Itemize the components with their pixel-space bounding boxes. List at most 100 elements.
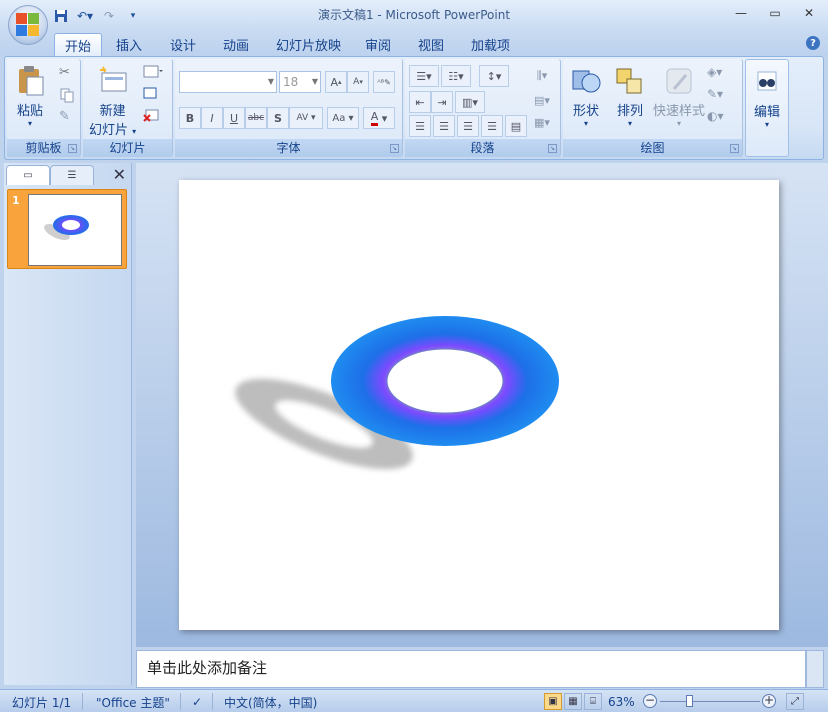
tab-slides-pane[interactable]: ▭ (6, 165, 50, 185)
change-case-icon[interactable]: Aa ▾ (327, 107, 359, 129)
layout-icon[interactable] (143, 65, 163, 81)
slideshow-view-icon[interactable]: ⌸ (584, 693, 602, 710)
paste-label: 粘贴 (16, 104, 43, 119)
bold-icon[interactable]: B (179, 107, 201, 129)
columns-icon[interactable]: ▥▾ (455, 91, 485, 113)
delete-slide-icon[interactable] (143, 109, 161, 125)
quick-styles-button[interactable]: 快速样式 ▾ (653, 65, 705, 128)
group-label-slides: 幻灯片 (83, 139, 172, 157)
office-logo-icon (16, 13, 40, 37)
paste-button[interactable]: 粘贴 ▾ (15, 65, 45, 128)
align-center-icon[interactable]: ☰ (433, 115, 455, 137)
arrange-button[interactable]: 排列 ▾ (615, 65, 645, 128)
shapes-icon (572, 70, 601, 93)
smartart-icon[interactable]: ▦▾ (529, 111, 555, 133)
group-label-drawing: 绘图 (563, 139, 742, 157)
shape-fill-icon[interactable]: ◈▾ (707, 65, 725, 81)
tab-view[interactable]: 视图 (408, 33, 454, 56)
slides-panel: ▭ ☰ ✕ 1 (4, 163, 132, 685)
copy-icon[interactable] (59, 87, 77, 103)
editing-label: 编辑 (753, 105, 780, 120)
increase-indent-icon[interactable]: ⇥ (431, 91, 453, 113)
group-editing[interactable]: 编辑 ▾ (745, 59, 789, 157)
reset-icon[interactable] (143, 87, 161, 103)
grow-font-icon[interactable]: A ▴ (325, 71, 347, 93)
font-size-combo[interactable]: 18 ▼ (279, 71, 321, 93)
zoom-out-icon[interactable]: − (643, 694, 657, 708)
tab-home[interactable]: 开始 (54, 33, 103, 56)
ring-shape[interactable] (179, 180, 779, 630)
italic-icon[interactable]: I (201, 107, 223, 129)
decrease-indent-icon[interactable]: ⇤ (409, 91, 431, 113)
status-bar: 幻灯片 1/1 "Office 主题" ✓ 中文(简体，中国) ▣ ▦ ⌸ 63… (0, 689, 828, 712)
spellcheck-icon[interactable]: ✓ (192, 693, 202, 711)
normal-view-icon[interactable]: ▣ (544, 693, 562, 710)
office-button[interactable] (8, 5, 48, 45)
help-icon[interactable]: ? (806, 36, 820, 50)
line-spacing-icon[interactable]: ↕▾ (479, 65, 509, 87)
window-title: 演示文稿1 - Microsoft PowerPoint (317, 8, 511, 22)
tab-outline-pane[interactable]: ☰ (50, 165, 94, 185)
justify-icon[interactable]: ☰ (481, 115, 503, 137)
tab-slideshow[interactable]: 幻灯片放映 (266, 33, 351, 56)
numbering-icon[interactable]: ☷▾ (441, 65, 471, 87)
char-spacing-icon[interactable]: AV ▾ (289, 107, 323, 129)
editing-button[interactable]: 编辑 ▾ (752, 66, 782, 129)
slide-sorter-icon[interactable]: ▦ (564, 693, 582, 710)
group-label-paragraph: 段落 (405, 139, 560, 157)
new-slide-label-2: 幻灯片 (89, 123, 129, 138)
new-slide-icon (99, 66, 127, 92)
format-painter-icon[interactable]: ✎ (59, 109, 77, 125)
close-button[interactable]: ✕ (796, 4, 822, 22)
clipboard-launcher-icon[interactable]: ↘ (68, 144, 77, 153)
slide-thumbnail[interactable] (28, 194, 122, 266)
tab-insert[interactable]: 插入 (106, 33, 152, 56)
align-left-icon[interactable]: ☰ (409, 115, 431, 137)
distribute-icon[interactable]: ▤ (505, 115, 527, 137)
bullets-icon[interactable]: ☰▾ (409, 65, 439, 87)
minimize-button[interactable]: — (728, 4, 754, 22)
font-size-value: 18 (283, 75, 299, 89)
shapes-button[interactable]: 形状 ▾ (571, 65, 601, 128)
slide-canvas[interactable] (179, 180, 779, 630)
paragraph-launcher-icon[interactable]: ↘ (548, 144, 557, 153)
fit-to-window-icon[interactable]: ⤢ (786, 693, 804, 710)
font-launcher-icon[interactable]: ↘ (390, 144, 399, 153)
theme-name: "Office 主题" (96, 695, 170, 710)
drawing-launcher-icon[interactable]: ↘ (730, 144, 739, 153)
language-status[interactable]: 中文(简体，中国) (224, 693, 317, 711)
font-color-icon[interactable]: A ▾ (363, 107, 395, 129)
new-slide-button[interactable]: 新建 幻灯片 ▾ (89, 65, 136, 138)
new-slide-label-1: 新建 (99, 104, 126, 119)
ribbon: 粘贴 ▾ ✂ ✎ 剪贴板 ↘ 新建 幻灯片 ▾ 幻灯片 ▼ 18 ▼ A ▴ A ▾ … (4, 56, 824, 160)
zoom-slider-track[interactable] (660, 701, 760, 702)
align-text-icon[interactable]: ▤▾ (529, 89, 555, 111)
strikethrough-icon[interactable]: abc (245, 107, 267, 129)
clear-format-icon[interactable]: ᴬᴮ✎ (373, 71, 395, 93)
text-direction-icon[interactable]: ⫼▾ (529, 65, 555, 87)
underline-icon[interactable]: U (223, 107, 245, 129)
notes-pane[interactable]: 单击此处添加备注 (136, 650, 806, 688)
cut-icon[interactable]: ✂ (59, 65, 77, 81)
quick-styles-icon (666, 68, 692, 94)
close-pane-icon[interactable]: ✕ (113, 165, 126, 184)
text-shadow-icon[interactable]: S (267, 107, 289, 129)
tab-animation[interactable]: 动画 (213, 33, 259, 56)
align-right-icon[interactable]: ☰ (457, 115, 479, 137)
zoom-in-icon[interactable]: + (762, 694, 776, 708)
maximize-button[interactable]: ▭ (762, 4, 788, 22)
zoom-level[interactable]: 63% (608, 693, 635, 711)
zoom-slider-thumb[interactable] (686, 695, 693, 707)
shape-outline-icon[interactable]: ✎▾ (707, 87, 725, 103)
slide-thumbnail-selected[interactable]: 1 (7, 189, 127, 269)
tab-review[interactable]: 审阅 (355, 33, 401, 56)
shapes-label: 形状 (572, 104, 599, 119)
notes-scrollbar[interactable] (806, 650, 824, 688)
tab-design[interactable]: 设计 (160, 33, 206, 56)
slide-editing-area (136, 163, 828, 647)
shape-effects-icon[interactable]: ◐▾ (707, 109, 725, 125)
shrink-font-icon[interactable]: A ▾ (347, 71, 369, 93)
ribbon-tabs: 开始 插入 设计 动画 幻灯片放映 审阅 视图 加载项 ? (0, 30, 828, 56)
font-name-combo[interactable]: ▼ (179, 71, 277, 93)
tab-addins[interactable]: 加载项 (461, 33, 520, 56)
